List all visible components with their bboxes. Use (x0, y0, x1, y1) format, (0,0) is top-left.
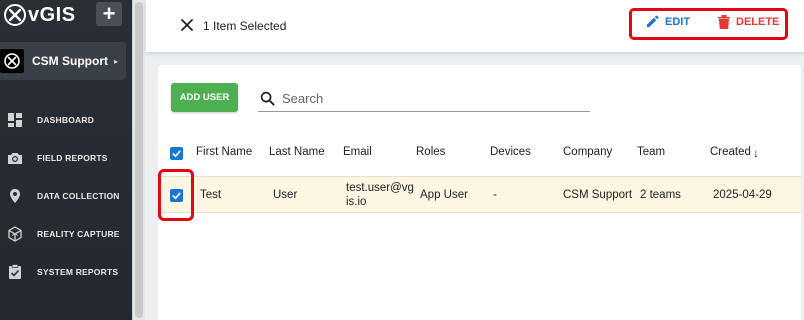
edit-label: EDIT (665, 15, 691, 28)
sidebar-item-label: SYSTEM REPORTS (37, 267, 119, 277)
add-button[interactable]: + (96, 2, 122, 26)
check-icon (172, 150, 181, 158)
edit-button[interactable]: EDIT (645, 14, 690, 29)
org-selector[interactable]: CSM Support ▸ (0, 42, 126, 80)
scrollbar-thumb[interactable] (135, 2, 143, 318)
dashboard-icon (6, 111, 24, 129)
column-header-team[interactable]: Team (637, 146, 665, 158)
sidebar-item-system-reports[interactable]: SYSTEM REPORTS (0, 260, 132, 284)
cell-company: CSM Support (563, 189, 633, 201)
cell-roles: App User (420, 189, 468, 201)
search-field[interactable] (258, 85, 590, 112)
column-header-email[interactable]: Email (343, 146, 372, 158)
sidebar-item-reality-capture[interactable]: REALITY CAPTURE (0, 222, 132, 246)
cell-team: 2 teams (640, 189, 681, 201)
sidebar-item-label: DASHBOARD (37, 115, 95, 125)
sidebar-item-label: REALITY CAPTURE (37, 229, 120, 239)
search-input[interactable] (282, 88, 582, 108)
select-all-checkbox[interactable] (170, 147, 183, 160)
cell-last-name: User (273, 189, 298, 201)
delete-label: DELETE (736, 16, 780, 28)
location-pin-icon (6, 187, 24, 205)
chevron-right-icon: ▸ (114, 56, 119, 66)
users-card: ADD USER First Name Last Name Email Role… (158, 65, 801, 320)
app-logo[interactable]: vGIS (4, 2, 76, 28)
cube-icon (6, 225, 24, 243)
logo-text: vGIS (28, 3, 76, 26)
column-header-company[interactable]: Company (563, 146, 612, 158)
pencil-icon (646, 15, 659, 28)
column-header-created[interactable]: Created (710, 146, 751, 158)
camera-icon (6, 149, 24, 167)
column-header-devices[interactable]: Devices (490, 146, 531, 158)
add-user-button[interactable]: ADD USER (171, 83, 238, 112)
sidebar-item-label: DATA COLLECTION (37, 191, 120, 201)
sidebar-scrollbar[interactable] (132, 0, 145, 320)
org-name: CSM Support (32, 54, 108, 68)
cell-email-line1: test.user@vg (346, 182, 414, 194)
cell-devices: - (493, 189, 497, 201)
selection-toolbar: 1 Item Selected EDIT DELETE (146, 0, 804, 52)
table-row[interactable]: Test User test.user@vg is.io App User - … (158, 176, 801, 213)
sidebar-item-label: FIELD REPORTS (37, 153, 108, 163)
sidebar-item-field-reports[interactable]: FIELD REPORTS (0, 146, 132, 170)
org-icon (0, 49, 24, 73)
close-icon[interactable] (179, 17, 195, 33)
sidebar-item-data-collection[interactable]: DATA COLLECTION (0, 184, 132, 208)
logo-mark-icon (4, 4, 26, 26)
sidebar: vGIS + CSM Support ▸ DASHBOARD FIELD REP… (0, 0, 132, 320)
clipboard-check-icon (6, 263, 24, 281)
selection-count: 1 Item Selected (203, 19, 287, 33)
delete-button[interactable]: DELETE (717, 14, 779, 30)
checkbox-highlight (158, 169, 194, 221)
trash-icon (718, 15, 730, 29)
search-icon (260, 91, 275, 106)
cell-created: 2025-04-29 (713, 189, 772, 201)
column-header-first-name[interactable]: First Name (196, 146, 252, 158)
sidebar-item-dashboard[interactable]: DASHBOARD (0, 108, 132, 132)
sort-desc-icon[interactable]: ↓ (753, 146, 759, 160)
cell-email-line2: is.io (346, 196, 367, 208)
column-header-last-name[interactable]: Last Name (269, 146, 325, 158)
cell-first-name: Test (200, 189, 222, 201)
column-header-roles[interactable]: Roles (416, 146, 445, 158)
